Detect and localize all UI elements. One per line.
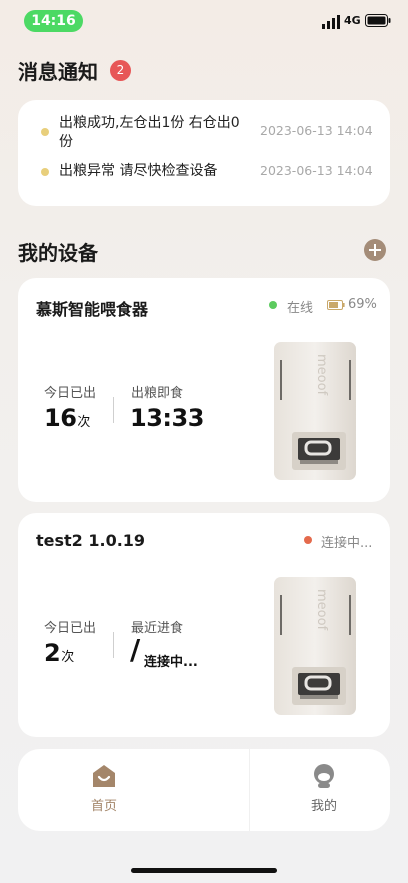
stat-divider xyxy=(113,632,114,658)
stat-divider xyxy=(113,397,114,423)
notification-time: 2023-06-13 14:04 xyxy=(260,163,373,178)
cellular-signal-icon xyxy=(322,15,340,29)
bottom-tab-bar: 首页 我的 xyxy=(18,749,390,831)
profile-icon xyxy=(314,764,334,788)
feeder-brand-text: meoof xyxy=(314,589,329,631)
notifications-card[interactable]: 出粮成功,左仓出1份 右仓出0份 2023-06-13 14:04 出粮异常 请… xyxy=(18,100,390,206)
stat-dispensed-number: 2 xyxy=(44,639,61,667)
online-status-dot xyxy=(269,301,277,309)
plus-icon xyxy=(369,244,381,256)
bullet-dot-icon xyxy=(41,128,49,136)
stat-dispensed-unit: 次 xyxy=(61,650,74,665)
devices-title: 我的设备 xyxy=(18,241,98,265)
stat-dispensed-unit: 次 xyxy=(77,415,90,430)
notification-count-badge: 2 xyxy=(110,60,131,81)
stat-last-feed-status: 连接中... xyxy=(144,655,198,670)
notifications-title: 消息通知 xyxy=(18,60,98,84)
stat-dispensed-number: 16 xyxy=(44,404,77,432)
device-status: 连接中... xyxy=(321,536,373,551)
device-battery-icon xyxy=(327,300,345,310)
tab-home[interactable]: 首页 xyxy=(18,749,204,831)
device-battery-percent: 69% xyxy=(348,297,377,312)
home-indicator[interactable] xyxy=(131,868,277,873)
stat-dispensed-label: 今日已出 xyxy=(44,621,97,636)
tab-home-label: 首页 xyxy=(90,799,117,814)
device-card[interactable]: 慕斯智能喂食器 在线 69% 今日已出 16次 出粮即食 13:33 meoof xyxy=(18,278,390,502)
stat-dispensed-label: 今日已出 xyxy=(44,386,97,401)
status-bar: 14:16 4G xyxy=(0,0,408,44)
device-status: 在线 xyxy=(287,301,314,316)
stat-feed-label: 出粮即食 xyxy=(131,386,184,401)
add-device-button[interactable] xyxy=(364,239,386,261)
feeder-brand-text: meoof xyxy=(314,354,329,396)
feeder-device-image: meoof xyxy=(274,342,356,480)
device-card[interactable]: test2 1.0.19 连接中... 今日已出 2次 最近进食 / 连接中..… xyxy=(18,513,390,737)
status-time: 14:16 xyxy=(24,10,83,32)
stat-dispensed-value: 16次 xyxy=(44,404,90,432)
battery-icon xyxy=(365,14,391,27)
stat-feed-value: 13:33 xyxy=(130,404,204,432)
feeder-device-image: meoof xyxy=(274,577,356,715)
connecting-status-dot xyxy=(304,536,312,544)
tab-mine[interactable]: 我的 xyxy=(204,749,390,831)
notification-time: 2023-06-13 14:04 xyxy=(260,123,373,138)
notification-text: 出粮成功,左仓出1份 右仓出0份 xyxy=(59,115,240,150)
device-name: test2 1.0.19 xyxy=(36,531,146,550)
stat-dispensed-value: 2次 xyxy=(44,639,74,667)
network-type: 4G xyxy=(344,14,361,27)
device-name: 慕斯智能喂食器 xyxy=(36,300,149,319)
tab-mine-label: 我的 xyxy=(310,799,337,814)
bullet-dot-icon xyxy=(41,168,49,176)
stat-last-feed-value: / xyxy=(130,633,141,666)
home-icon xyxy=(93,765,115,787)
notification-text: 出粮异常 请尽快检查设备 xyxy=(59,163,218,179)
